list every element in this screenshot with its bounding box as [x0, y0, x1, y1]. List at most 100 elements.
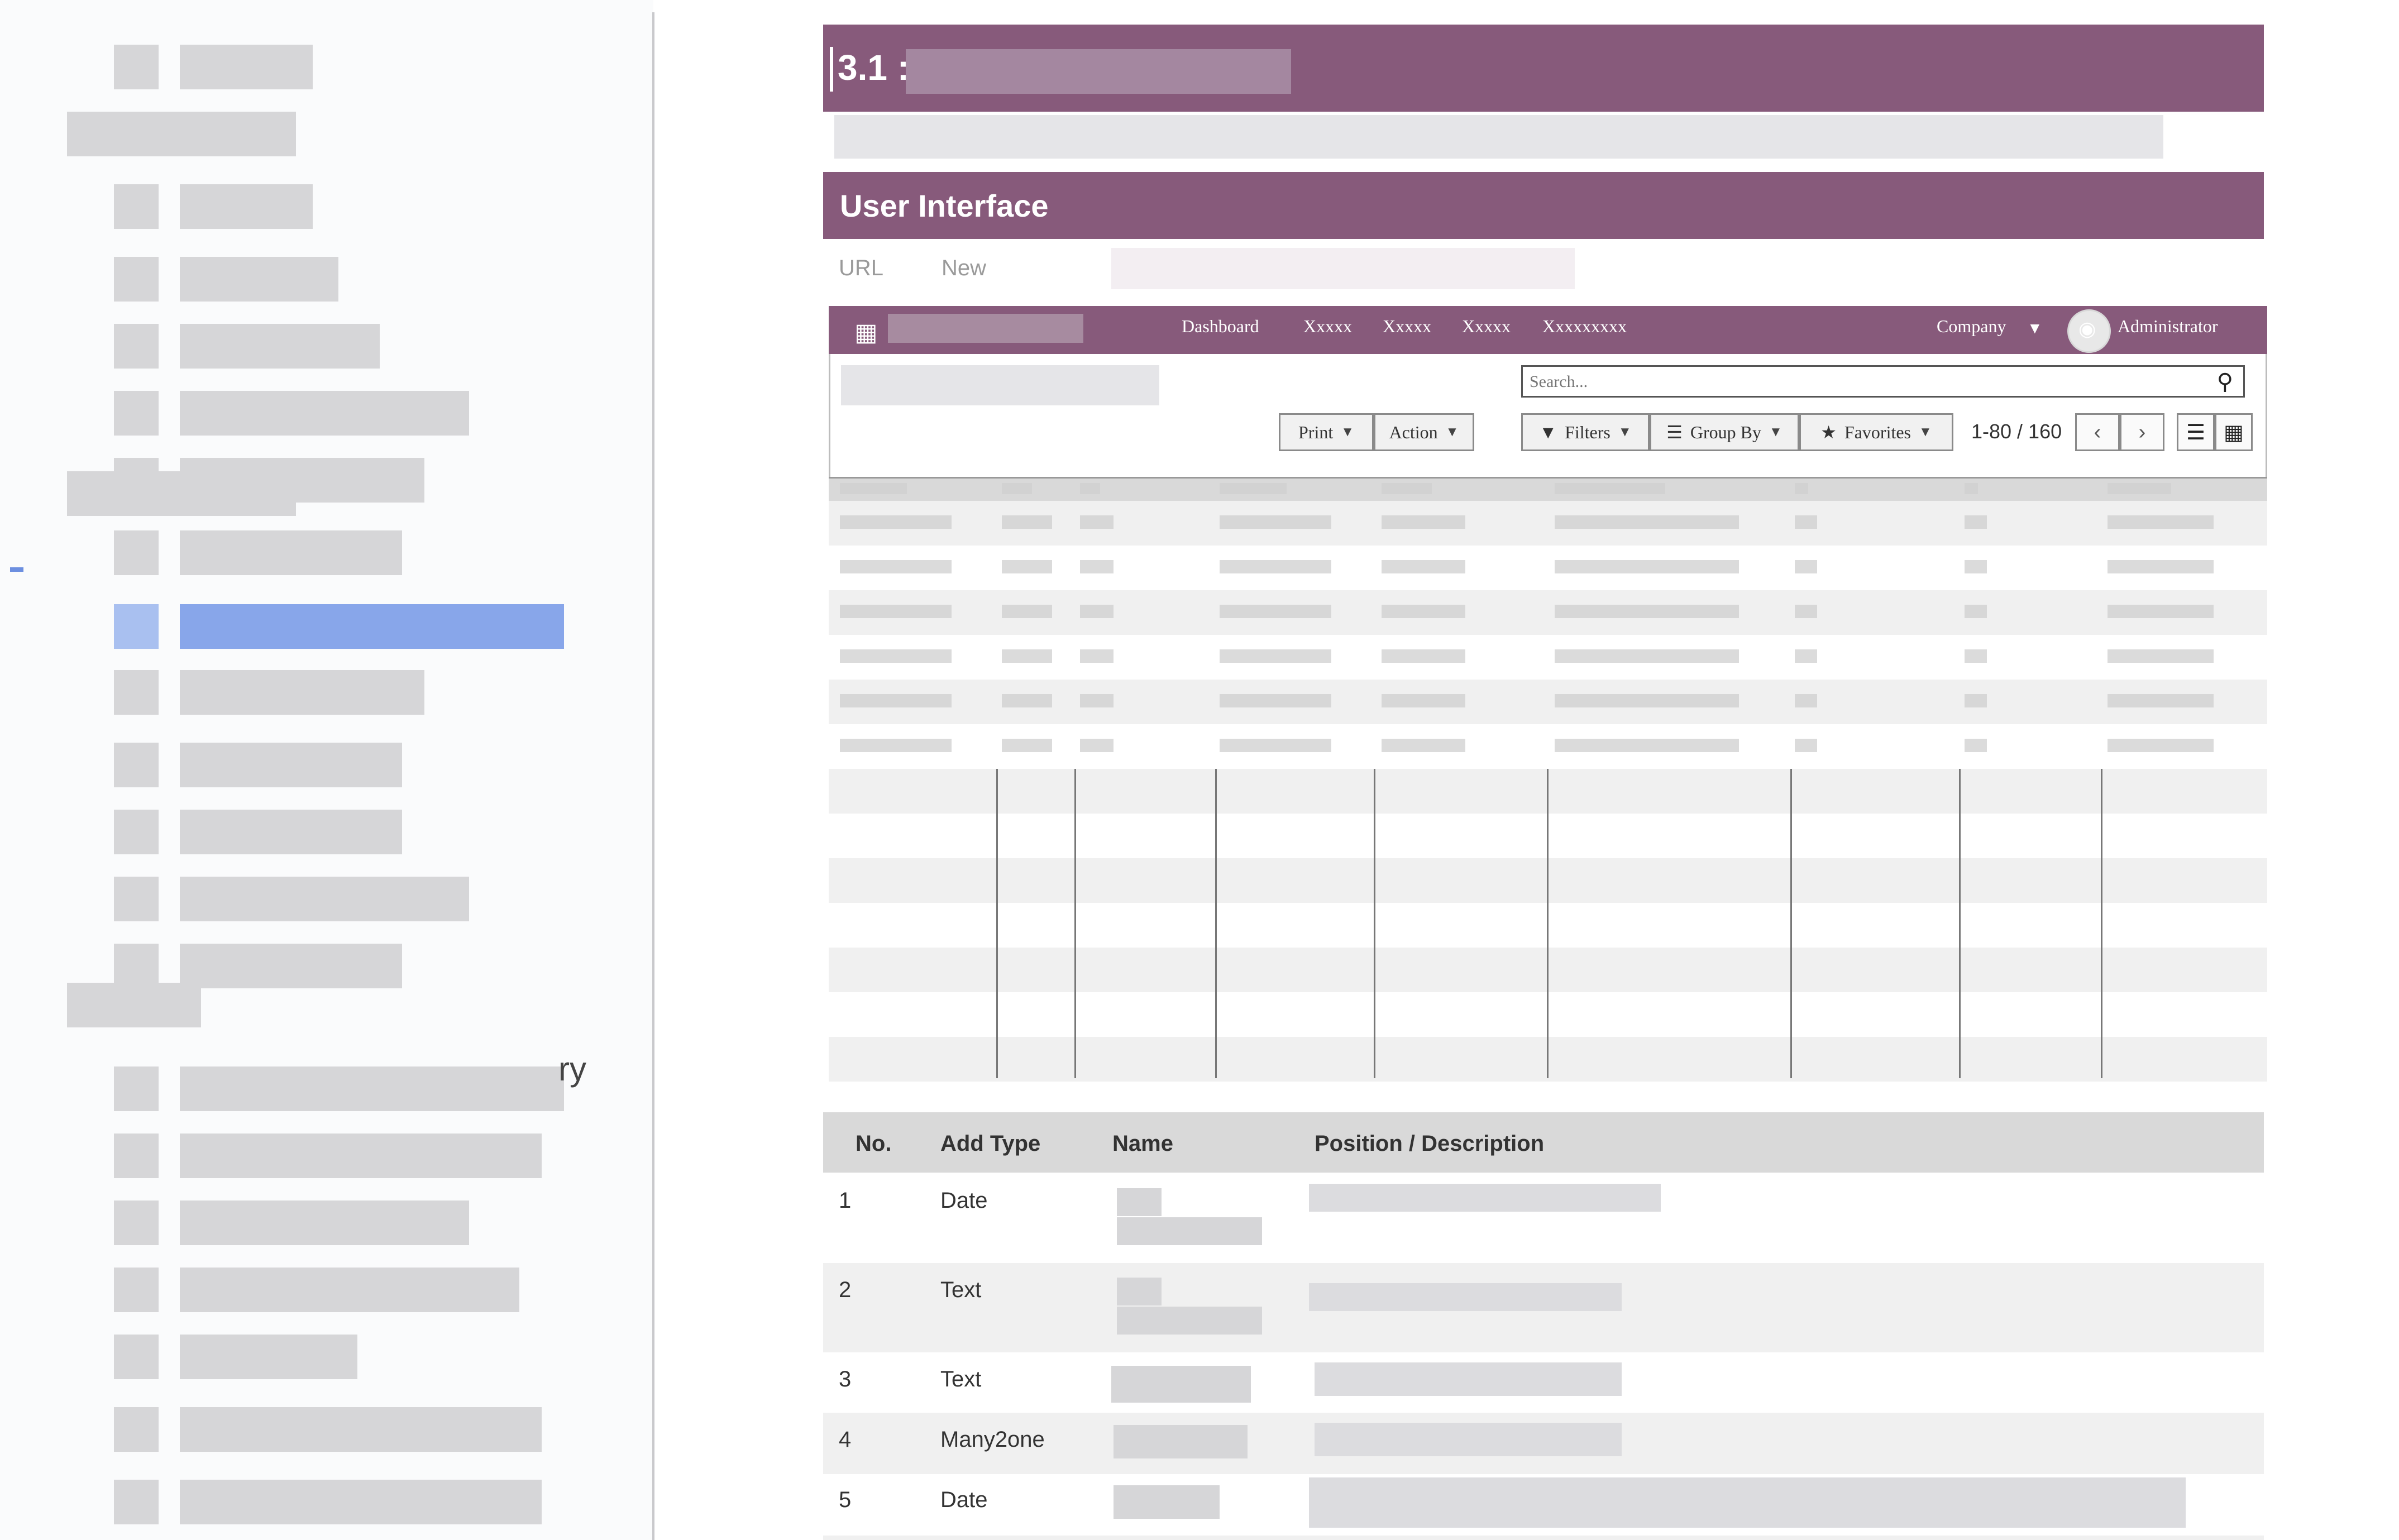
redacted-url: [1111, 248, 1575, 289]
grid-column-line: [1215, 769, 1217, 1078]
filters-button[interactable]: ▼ Filters ▼: [1521, 413, 1650, 451]
list-view-button[interactable]: ☰: [2177, 413, 2215, 451]
group-by-label: Group By: [1690, 422, 1762, 442]
list-view-icon: ☰: [2186, 420, 2206, 444]
sidebar-item[interactable]: [180, 458, 424, 503]
redacted-column-header[interactable]: [1965, 483, 1978, 494]
redacted-cell: [1220, 739, 1331, 752]
redacted-cell: [1382, 739, 1465, 752]
user-menu[interactable]: Administrator: [2118, 316, 2218, 337]
sidebar-item[interactable]: [180, 877, 469, 921]
sidebar-item[interactable]: [180, 1407, 542, 1452]
sidebar-item[interactable]: [180, 184, 313, 229]
bars-icon: ☰: [1666, 422, 1683, 442]
caret-down-icon[interactable]: ▼: [2027, 319, 2043, 337]
sidebar-item[interactable]: [180, 670, 424, 715]
group-by-button[interactable]: ☰ Group By ▼: [1650, 413, 1799, 451]
sidebar-item[interactable]: [180, 743, 402, 787]
redacted-cell: [1002, 694, 1052, 707]
sidebar-group-label[interactable]: [67, 983, 201, 1027]
sidebar-item[interactable]: [180, 257, 338, 302]
redacted-app-name[interactable]: [888, 314, 1083, 343]
redacted-field-name: [1117, 1278, 1162, 1305]
redacted-column-header[interactable]: [1555, 483, 1665, 494]
action-button[interactable]: Action ▼: [1374, 413, 1474, 451]
sidebar-item-active[interactable]: [180, 604, 564, 649]
magnifier-icon[interactable]: ⚲: [2217, 369, 2233, 395]
kanban-view-icon: ▦: [2224, 420, 2244, 444]
grid-column-line: [1374, 769, 1375, 1078]
redacted-cell: [1795, 515, 1817, 529]
nav-link-4[interactable]: Xxxxx: [1462, 316, 1511, 337]
redacted-cell: [840, 605, 952, 618]
nav-link-dashboard[interactable]: Dashboard: [1182, 316, 1259, 337]
redacted-cell: [1555, 694, 1739, 707]
redacted-column-header[interactable]: [1220, 483, 1287, 494]
table-row-stripe: [823, 1536, 2264, 1540]
redacted-column-header[interactable]: [1080, 483, 1100, 494]
kanban-view-button[interactable]: ▦: [2215, 413, 2253, 451]
row-add-type: Date: [940, 1488, 988, 1512]
sidebar-item[interactable]: [180, 944, 402, 988]
redacted-column-header[interactable]: [2108, 483, 2171, 494]
sidebar-item[interactable]: [180, 530, 402, 575]
redacted-cell: [1382, 560, 1465, 573]
sidebar-item-tail-text: ry: [558, 1050, 586, 1088]
redacted-cell: [1220, 694, 1331, 707]
sidebar-item[interactable]: [180, 1480, 542, 1524]
sidebar-item[interactable]: [180, 391, 469, 436]
row-number: 1: [839, 1188, 852, 1213]
redacted-cell: [1382, 605, 1465, 618]
favorites-button[interactable]: ★ Favorites ▼: [1799, 413, 1953, 451]
active-item-marker: [10, 567, 23, 572]
redacted-breadcrumb: [841, 365, 1159, 405]
redacted-cell: [840, 515, 952, 529]
redacted-cell: [1220, 560, 1331, 573]
col-header-position: Position / Description: [1315, 1131, 1545, 1156]
redacted-cell: [1555, 649, 1739, 663]
pager-next-button[interactable]: ›: [2120, 413, 2164, 451]
sidebar-item-icon: [114, 1480, 159, 1524]
user-interface-heading-bar: User Interface: [823, 172, 2264, 239]
search-input[interactable]: [1528, 370, 2201, 394]
redacted-field-description: [1309, 1477, 2186, 1528]
redacted-column-header[interactable]: [840, 483, 907, 494]
sidebar-item[interactable]: [180, 1201, 469, 1245]
sidebar-item[interactable]: [180, 324, 380, 369]
url-label: URL: [839, 256, 884, 280]
redacted-column-header[interactable]: [1002, 483, 1032, 494]
company-switcher[interactable]: Company: [1937, 316, 2006, 337]
redacted-field-description: [1309, 1283, 1622, 1311]
redacted-column-header[interactable]: [1382, 483, 1432, 494]
grid-column-line: [1790, 769, 1792, 1078]
print-button[interactable]: Print ▼: [1279, 413, 1374, 451]
nav-link-5[interactable]: Xxxxxxxxx: [1542, 316, 1627, 337]
grid-column-line: [1959, 769, 1961, 1078]
sidebar-item[interactable]: [180, 1066, 564, 1111]
row-add-type: Text: [940, 1367, 982, 1391]
redacted-cell: [2108, 739, 2214, 752]
search-box[interactable]: ⚲: [1521, 365, 2245, 398]
apps-grid-icon[interactable]: ▦: [854, 318, 878, 347]
sidebar-item[interactable]: [180, 1335, 357, 1379]
sidebar-item[interactable]: [180, 45, 313, 89]
sidebar-item-icon: [114, 743, 159, 787]
row-number: 5: [839, 1488, 852, 1512]
redacted-field-description: [1315, 1362, 1622, 1396]
pager-prev-button[interactable]: ‹: [2075, 413, 2120, 451]
nav-link-3[interactable]: Xxxxx: [1383, 316, 1431, 337]
pager-value[interactable]: 1-80 / 160: [1971, 420, 2062, 443]
sidebar-item-icon: [114, 670, 159, 715]
redacted-cell: [1965, 694, 1987, 707]
sidebar-item[interactable]: [180, 810, 402, 854]
grid-header-row[interactable]: [829, 479, 2267, 501]
sidebar-item[interactable]: [180, 1134, 542, 1178]
redacted-column-header[interactable]: [1795, 483, 1808, 494]
sidebar-item[interactable]: [180, 1268, 519, 1312]
grid-column-line: [996, 769, 998, 1078]
sidebar-item-icon: [114, 1407, 159, 1452]
sidebar-group-label[interactable]: [67, 112, 296, 156]
redacted-cell: [840, 694, 952, 707]
nav-link-2[interactable]: Xxxxx: [1303, 316, 1352, 337]
filters-label: Filters: [1565, 422, 1611, 442]
